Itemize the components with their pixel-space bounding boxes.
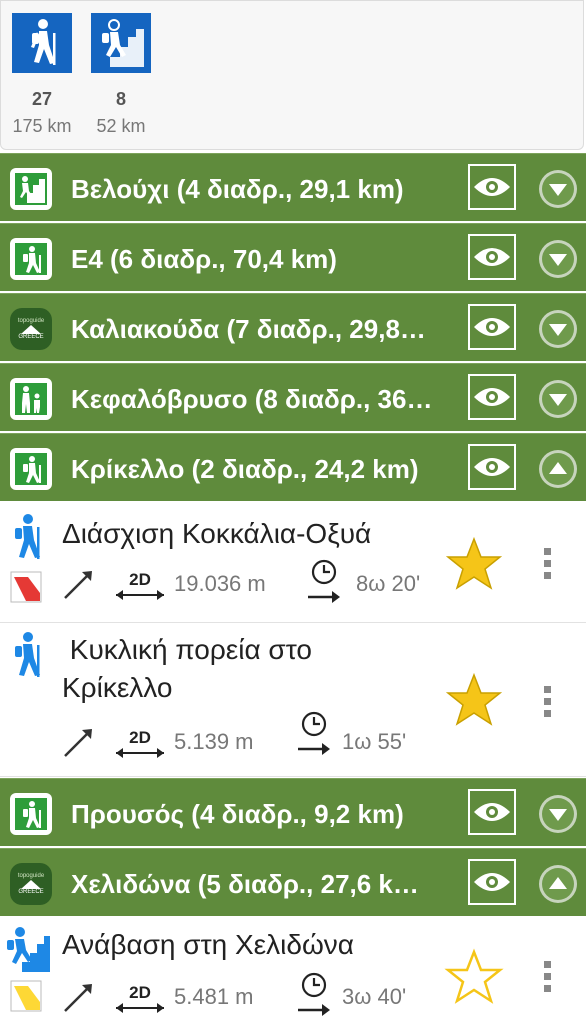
svg-text:2D: 2D [129,570,151,589]
group-row-velouchi[interactable]: Βελούχι (4 διαδρ., 29,1 km) [0,153,586,221]
duration-clock-icon [298,711,330,755]
route-item[interactable]: Διάσχιση Κοκκάλια-Οξυά 2D 19.036 m 8ω 20… [0,503,586,623]
hiking-icon [10,793,52,835]
ascent-arrow-icon [64,571,92,599]
distance-2d-icon: 2D [116,728,164,758]
visibility-toggle-button[interactable] [468,444,516,490]
topoguide-greece-logo: topoguide GREECE [10,863,52,905]
group-title: Βελούχι (4 διαδρ., 29,1 km) [71,174,404,204]
eye-icon [474,318,510,336]
route-duration: 3ω 40' [342,984,407,1009]
eye-icon [474,873,510,891]
summary-panel: 27 175 km 8 52 km [0,0,584,150]
route-item[interactable]: Κυκλική πορεία στο Κρίκελλο 2D 5.139 m 1… [0,623,586,777]
route-stats: 2D 5.139 m 1ω 55' [62,711,442,761]
visibility-toggle-button[interactable] [468,304,516,350]
expand-button[interactable] [538,794,578,834]
group-row-kefalovryso[interactable]: Κεφαλόβρυσο (8 διαδρ., 36… [0,363,586,431]
visibility-toggle-button[interactable] [468,374,516,420]
stat-hiking[interactable]: 27 175 km [2,13,82,137]
difficulty-icon [10,980,42,1012]
visibility-toggle-button[interactable] [468,164,516,210]
ascent-arrow-icon [64,984,92,1012]
family-walk-icon [10,378,52,420]
eye-icon [474,388,510,406]
more-options-icon[interactable] [540,547,556,581]
visibility-toggle-button[interactable] [468,789,516,835]
hiking-icon [12,13,72,73]
eye-icon [474,178,510,196]
hiker-icon [15,632,40,677]
hiking-icon [10,238,52,280]
route-stats: 2D 5.481 m 3ω 40' [62,972,442,1016]
svg-text:2D: 2D [129,983,151,1002]
group-title: Κεφαλόβρυσο (8 διαδρ., 36… [71,384,433,414]
hiker-icon [15,514,40,559]
group-title: E4 (6 διαδρ., 70,4 km) [71,244,337,274]
duration-clock-icon [308,559,340,603]
group-title: Προυσός (4 διαδρ., 9,2 km) [71,799,404,829]
collapse-button[interactable] [538,864,578,904]
eye-icon [474,803,510,821]
expand-button[interactable] [538,239,578,279]
difficulty-icon [10,571,42,603]
expand-button[interactable] [538,379,578,419]
group-row-e4[interactable]: E4 (6 διαδρ., 70,4 km) [0,223,586,291]
group-row-chelidona[interactable]: topoguide GREECE Χελιδώνα (5 διαδρ., 27,… [0,848,586,916]
visibility-toggle-button[interactable] [468,234,516,280]
distance-2d-icon: 2D [116,570,164,600]
collapse-button[interactable] [538,449,578,489]
hiking-count: 27 [31,89,53,109]
route-distance: 5.481 m [174,984,254,1009]
climber-icon [7,927,50,972]
more-options-icon[interactable] [540,685,556,719]
route-distance: 19.036 m [174,571,266,596]
group-title: Κρίκελλο (2 διαδρ., 24,2 km) [71,454,419,484]
route-duration: 1ω 55' [342,729,407,754]
eye-icon [474,248,510,266]
favorite-star-outline-icon[interactable] [444,948,504,1008]
distance-2d-icon: 2D [116,983,164,1013]
svg-text:2D: 2D [129,728,151,747]
group-row-krikello[interactable]: Κρίκελλο (2 διαδρ., 24,2 km) [0,433,586,501]
climbing-count: 8 [115,89,126,109]
climbing-icon [91,13,151,73]
climbing-distance: 52 km [96,116,146,136]
hiking-distance: 175 km [12,116,72,136]
hiking-icon [10,448,52,490]
route-title-line2: Κρίκελλο [62,672,173,703]
favorite-star-icon[interactable] [444,671,504,731]
topoguide-greece-logo: topoguide GREECE [10,308,52,350]
route-stats: 2D 19.036 m 8ω 20' [62,559,442,603]
visibility-toggle-button[interactable] [468,859,516,905]
group-row-kaliakouda[interactable]: topoguide GREECE Καλιακούδα (7 διαδρ., 2… [0,293,586,361]
favorite-star-icon[interactable] [444,535,504,595]
expand-button[interactable] [538,169,578,209]
route-distance: 5.139 m [174,729,254,754]
climbing-icon [10,168,52,210]
duration-clock-icon [298,972,330,1016]
route-title: Ανάβαση στη Χελιδώνα [62,929,354,960]
group-title: Χελιδώνα (5 διαδρ., 27,6 k… [71,869,419,899]
ascent-arrow-icon [64,729,92,757]
group-row-prousos[interactable]: Προυσός (4 διαδρ., 9,2 km) [0,778,586,846]
more-options-icon[interactable] [540,960,556,994]
route-item[interactable]: Ανάβαση στη Χελιδώνα 2D 5.481 m 3ω 40' [0,918,586,1029]
eye-icon [474,458,510,476]
route-title: Διάσχιση Κοκκάλια-Οξυά [62,518,372,549]
route-title-line1: Κυκλική πορεία στο [62,634,312,665]
group-title: Καλιακούδα (7 διαδρ., 29,8… [71,314,426,344]
stat-climbing[interactable]: 8 52 km [81,13,161,137]
expand-button[interactable] [538,309,578,349]
route-duration: 8ω 20' [356,571,421,596]
